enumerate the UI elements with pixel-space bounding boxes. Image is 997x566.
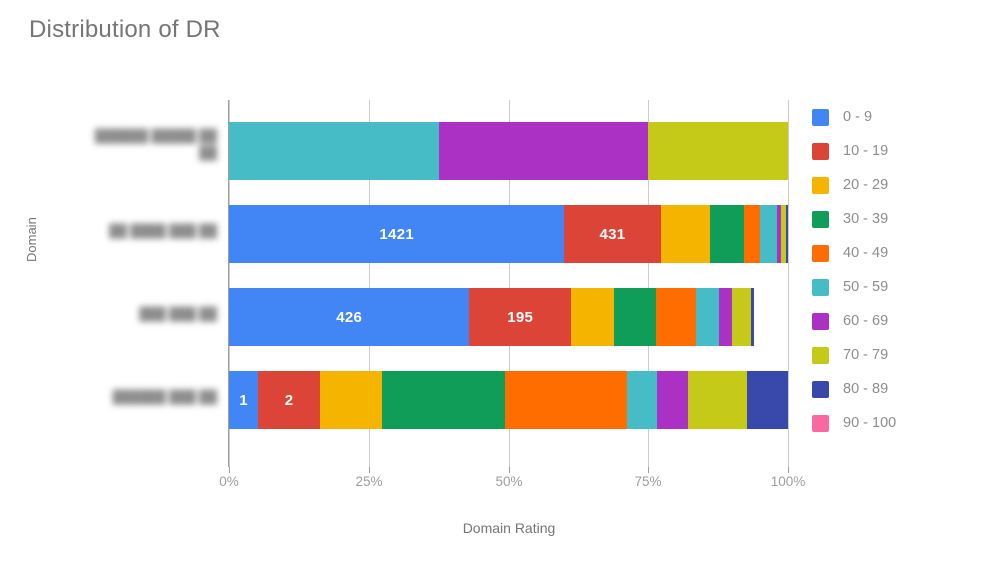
bar-segment[interactable] xyxy=(657,371,689,429)
y-axis-category-label: ██████ ███ ██ xyxy=(112,390,217,404)
x-tick-label: 75% xyxy=(634,474,662,489)
bar-segment[interactable] xyxy=(571,288,614,346)
legend-swatch-icon xyxy=(812,210,829,228)
legend-label: 0 - 9 xyxy=(843,109,873,125)
bar-segment[interactable] xyxy=(688,371,747,429)
legend: 0 - 9 10 - 19 20 - 29 30 - 39 40 - 49 50 - 59… xyxy=(812,100,987,440)
legend-label: 90 - 100 xyxy=(843,415,897,431)
plot-area: 1421 431 426 195 1 2 xyxy=(228,100,789,473)
x-tick-mark xyxy=(229,467,230,473)
legend-item[interactable]: 70 - 79 xyxy=(812,338,987,372)
legend-swatch-icon xyxy=(812,278,829,296)
chart-title: Distribution of DR xyxy=(29,16,221,43)
bar-row[interactable]: 426 195 xyxy=(229,288,788,346)
bar-segment[interactable] xyxy=(438,122,649,180)
bar-segment[interactable] xyxy=(746,371,788,429)
legend-item[interactable]: 90 - 100 xyxy=(812,406,987,440)
x-tick-mark xyxy=(788,467,789,473)
bar-segment[interactable]: 426 xyxy=(229,288,470,346)
legend-swatch-icon xyxy=(812,142,829,160)
y-axis-category-label: ███ ███ ██ xyxy=(139,307,217,321)
x-tick-label: 25% xyxy=(355,474,383,489)
y-axis-category-label: ██ ████ ███ ██ xyxy=(109,224,217,238)
bar-segment[interactable]: 1421 xyxy=(229,205,565,263)
bar-segment[interactable] xyxy=(786,205,788,263)
bar-row[interactable] xyxy=(229,122,788,180)
legend-label: 60 - 69 xyxy=(843,313,889,329)
y-axis-labels: ██████ █████ ██ ██ ██ ████ ███ ██ ███ ███ … xyxy=(0,100,229,467)
bar-segment[interactable]: 1 xyxy=(229,371,259,429)
x-tick-mark xyxy=(648,467,649,473)
legend-swatch-icon xyxy=(812,244,829,262)
bar-segment[interactable] xyxy=(626,371,658,429)
bar-segment[interactable] xyxy=(504,371,627,429)
bar-segment[interactable]: 195 xyxy=(469,288,572,346)
bar-segment-value: 431 xyxy=(599,225,626,243)
legend-item[interactable]: 10 - 19 xyxy=(812,134,987,168)
legend-label: 70 - 79 xyxy=(843,347,889,363)
x-axis-title: Domain Rating xyxy=(462,520,556,536)
legend-swatch-icon xyxy=(812,414,829,432)
bar-segment-value: 1 xyxy=(239,391,248,409)
x-tick-label: 100% xyxy=(770,474,806,489)
bar-segment[interactable] xyxy=(719,288,733,346)
chart-container: Distribution of DR Domain ██████ █████ █… xyxy=(0,0,997,566)
bar-segment[interactable] xyxy=(696,288,720,346)
bar-segment[interactable] xyxy=(744,205,761,263)
bar-segment[interactable] xyxy=(229,122,439,180)
bar-segment[interactable] xyxy=(710,205,745,263)
bar-segment-value: 426 xyxy=(336,308,363,326)
x-tick-mark xyxy=(509,467,510,473)
bar-row[interactable]: 1421 431 xyxy=(229,205,788,263)
legend-swatch-icon xyxy=(812,176,829,194)
bar-segment-value: 1421 xyxy=(379,225,414,243)
legend-label: 80 - 89 xyxy=(843,381,889,397)
legend-item[interactable]: 30 - 39 xyxy=(812,202,987,236)
legend-label: 30 - 39 xyxy=(843,211,889,227)
bar-segment[interactable] xyxy=(660,205,711,263)
legend-label: 50 - 59 xyxy=(843,279,889,295)
x-tick-label: 0% xyxy=(219,474,239,489)
bar-segment[interactable] xyxy=(732,288,752,346)
legend-label: 40 - 49 xyxy=(843,245,889,261)
legend-item[interactable]: 40 - 49 xyxy=(812,236,987,270)
x-gridline xyxy=(788,100,789,467)
x-tick-mark xyxy=(369,467,370,473)
bar-segment[interactable] xyxy=(751,288,755,346)
bar-segment-value: 195 xyxy=(507,308,534,326)
bar-segment-value: 2 xyxy=(284,391,294,409)
bar-segment[interactable] xyxy=(320,371,383,429)
legend-label: 10 - 19 xyxy=(843,143,889,159)
bar-segment[interactable] xyxy=(648,122,788,180)
bar-segment[interactable] xyxy=(382,371,505,429)
bar-segment[interactable] xyxy=(656,288,697,346)
legend-item[interactable]: 80 - 89 xyxy=(812,372,987,406)
bar-segment[interactable] xyxy=(613,288,657,346)
bar-segment[interactable]: 2 xyxy=(258,371,321,429)
bar-segment[interactable]: 431 xyxy=(564,205,661,263)
x-tick-label: 50% xyxy=(495,474,523,489)
legend-item[interactable]: 50 - 59 xyxy=(812,270,987,304)
bar-segment[interactable] xyxy=(760,205,778,263)
legend-item[interactable]: 20 - 29 xyxy=(812,168,987,202)
bar-row[interactable]: 12 xyxy=(229,371,788,429)
legend-label: 20 - 29 xyxy=(843,177,889,193)
y-axis-category-label: ██████ █████ ██ ██ xyxy=(94,129,217,160)
legend-swatch-icon xyxy=(812,380,829,398)
legend-item[interactable]: 60 - 69 xyxy=(812,304,987,338)
legend-swatch-icon xyxy=(812,346,829,364)
legend-swatch-icon xyxy=(812,108,829,126)
legend-swatch-icon xyxy=(812,312,829,330)
legend-item[interactable]: 0 - 9 xyxy=(812,100,987,134)
